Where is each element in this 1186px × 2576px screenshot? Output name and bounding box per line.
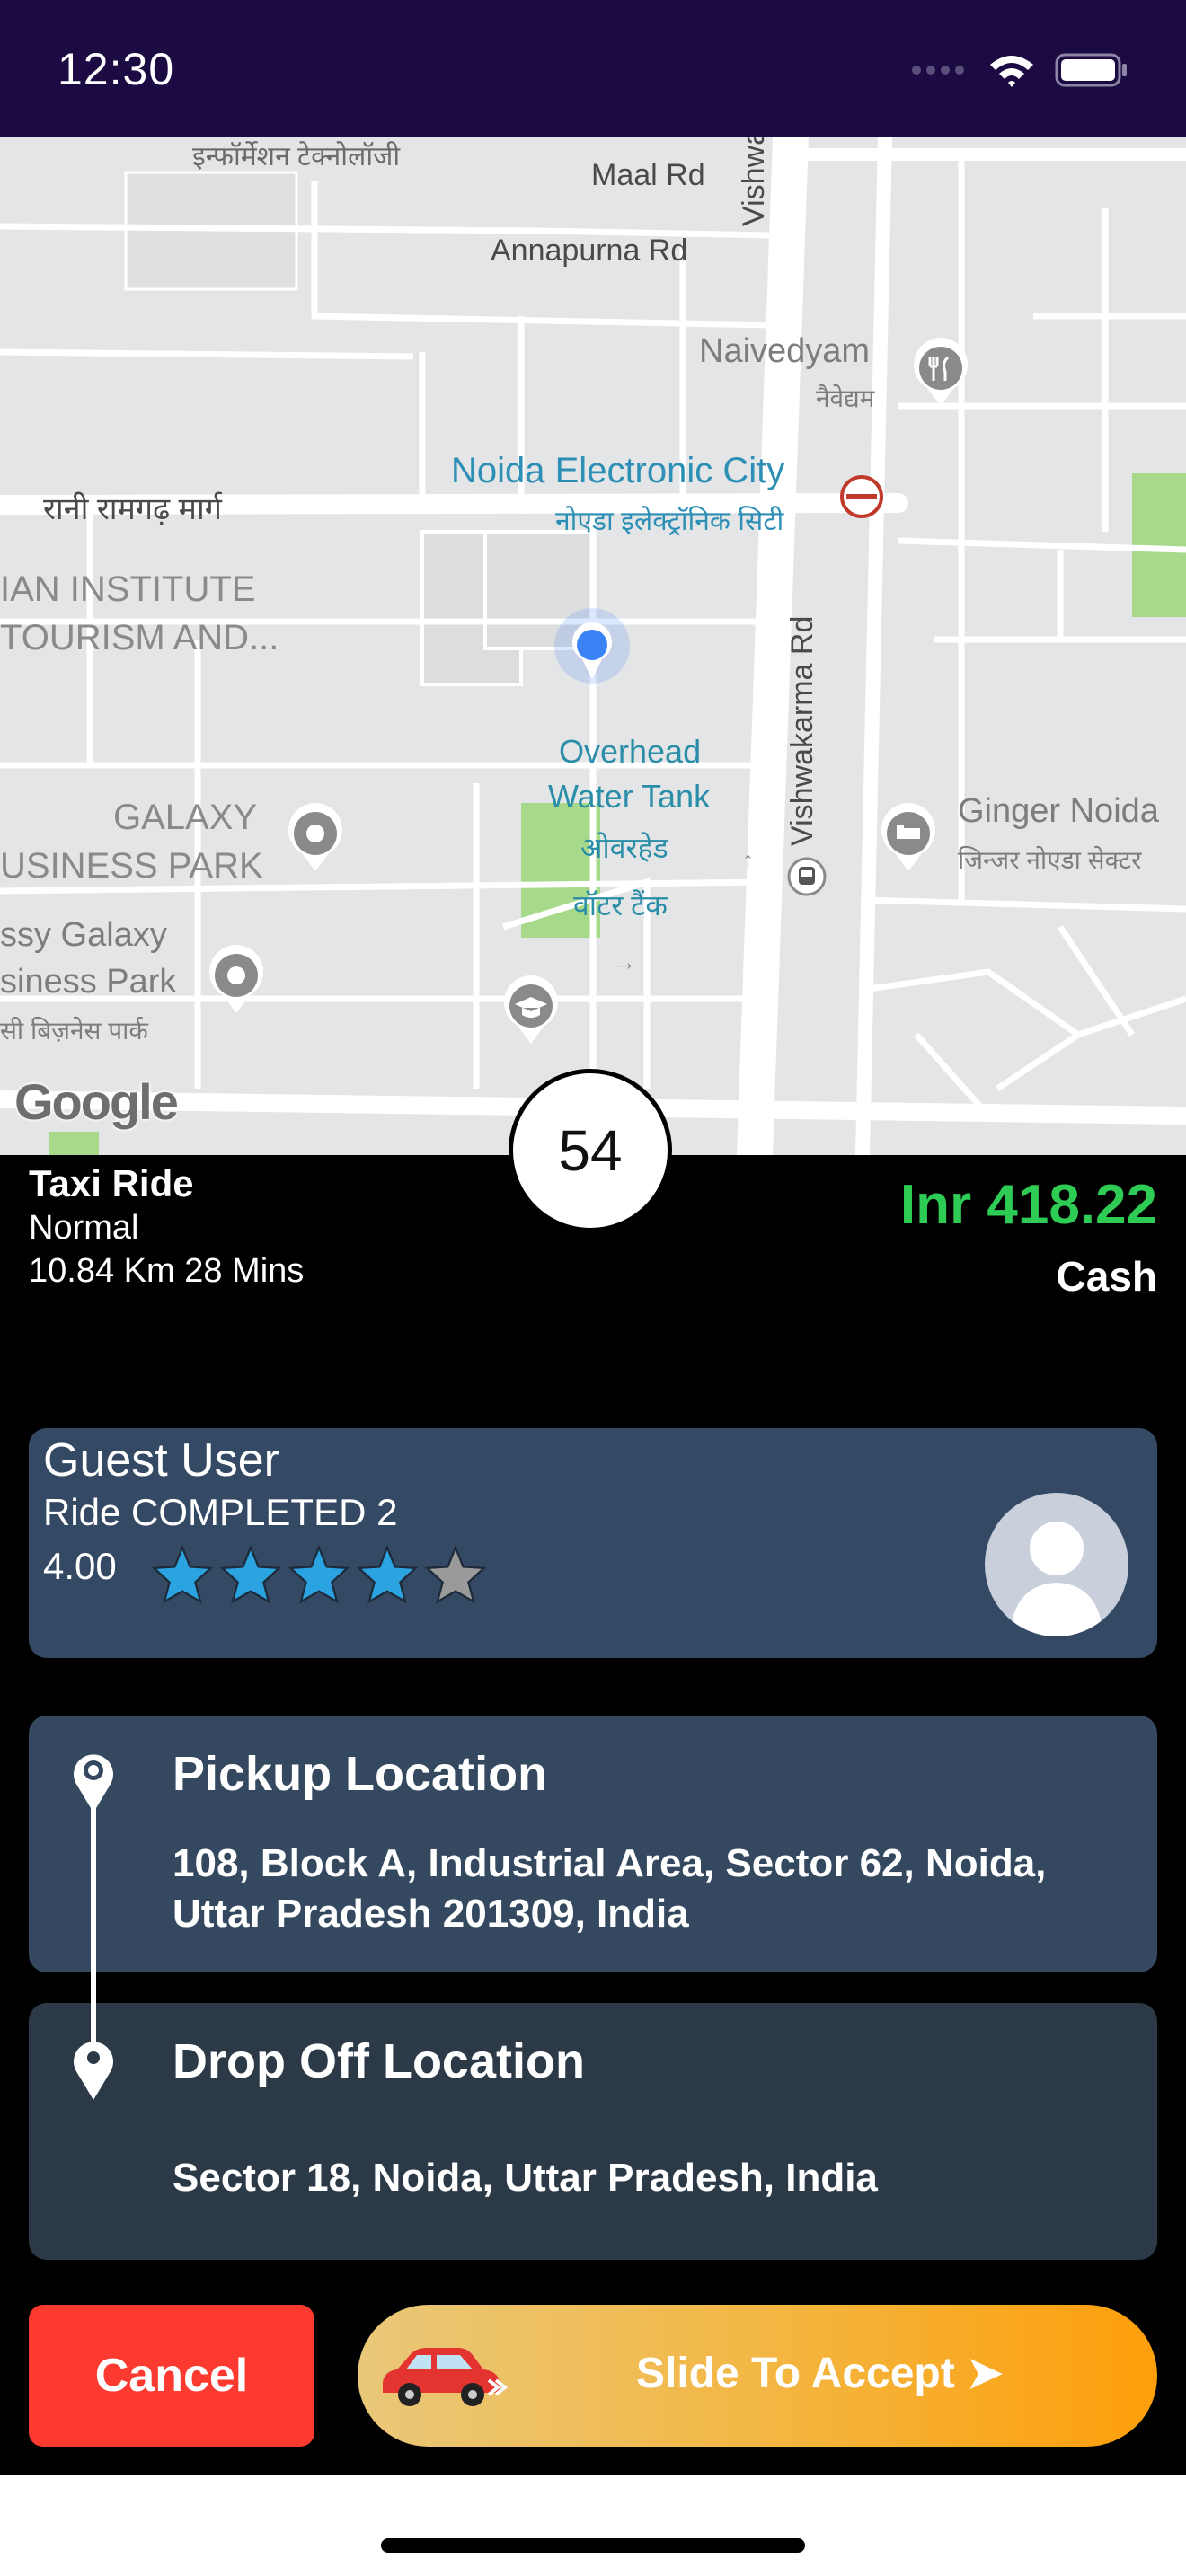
- map-label-galaxy-2: USINESS PARK: [0, 846, 263, 886]
- pickup-location-title: Pickup Location: [173, 1747, 548, 1801]
- cancel-button[interactable]: Cancel: [29, 2305, 314, 2447]
- slide-to-accept-label: Slide To Accept ➤: [636, 2350, 1004, 2397]
- star-icon: [356, 1545, 419, 1604]
- google-logo: Google: [14, 1073, 179, 1130]
- pickup-pin-icon: [68, 1746, 119, 1819]
- pickup-address-line1: 108, Block A, Industrial Area, Sector 62…: [173, 1841, 1047, 1885]
- user-avatar-icon: [1010, 1522, 1103, 1636]
- star-icon: [151, 1545, 214, 1604]
- map-label-naivedyam: Naivedyam: [699, 332, 871, 370]
- ride-category: Normal: [29, 1209, 139, 1247]
- map-label-information-tech: इन्फॉर्मेशन टेक्नोलॉजी: [192, 142, 401, 172]
- map-label-galaxy2-hi: सी बिज़नेस पार्क: [0, 1017, 148, 1045]
- user-rating-text: 4.00: [43, 1545, 117, 1587]
- status-icons: [911, 47, 1128, 97]
- star-icon: [424, 1545, 487, 1604]
- ride-distance-time: 10.84 Km 28 Mins: [29, 1252, 305, 1290]
- ride-price: Inr 418.22: [899, 1174, 1157, 1236]
- home-indicator-area: [0, 2475, 1186, 2576]
- map-label-galaxy2-1: ssy Galaxy: [0, 916, 167, 954]
- star-icon: [219, 1545, 282, 1604]
- map-label-galaxy-1: GALAXY: [113, 798, 258, 837]
- map-label-galaxy2-2: siness Park: [0, 963, 177, 1001]
- map-label-noida-electronic-city-hi: नोएडा इलेक्ट्रॉनिक सिटी: [555, 507, 784, 536]
- map-label-ginger-noida: Ginger Noida: [958, 792, 1159, 830]
- map-label-institute-2: TOURISM AND...: [0, 618, 279, 657]
- map-label-vishwakarma-rd: Vishwakarma Rd: [785, 615, 819, 846]
- car-icon[interactable]: [376, 2341, 510, 2417]
- payment-method: Cash: [1056, 1253, 1157, 1300]
- ride-type: Taxi Ride: [29, 1162, 194, 1204]
- map-label-vishwakarma-top: Vishwakar: [737, 137, 771, 226]
- dropoff-address: Sector 18, Noida, Uttar Pradesh, India: [173, 2156, 878, 2200]
- wifi-icon: [988, 52, 1035, 93]
- avatar: [985, 1493, 1128, 1636]
- slide-to-accept-slider[interactable]: Slide To Accept ➤: [358, 2305, 1157, 2447]
- route-connector-line: [91, 1804, 96, 2048]
- map-label-institute-1: IAN INSTITUTE: [0, 569, 256, 609]
- user-rides-completed: Ride COMPLETED 2: [43, 1491, 398, 1533]
- map-label-overhead-hi-1: ओवरहेड: [580, 832, 668, 864]
- user-rating-stars: [151, 1545, 487, 1604]
- map-label-annapurna-rd: Annapurna Rd: [491, 234, 688, 268]
- status-time: 12:30: [58, 44, 175, 94]
- star-icon: [288, 1545, 350, 1604]
- dropoff-pin-icon: [68, 2033, 119, 2106]
- direction-arrow-icon: ↑: [742, 846, 754, 873]
- home-indicator[interactable]: [381, 2538, 805, 2553]
- map-label-rani-ramgarh: रानी रामगढ़ मार्ग: [43, 492, 222, 526]
- eta-badge: 54: [509, 1069, 672, 1232]
- map-label-maal-rd: Maal Rd: [591, 158, 705, 192]
- pickup-address-line2: Uttar Pradesh 201309, India: [173, 1892, 689, 1936]
- cellular-signal-icon: [911, 64, 969, 81]
- dropoff-location-title: Drop Off Location: [173, 2034, 585, 2088]
- map-view[interactable]: इन्फॉर्मेशन टेक्नोलॉजी Maal Rd Annapurna…: [0, 137, 1186, 1155]
- map-label-naivedyam-hi: नैवेद्यम: [816, 384, 875, 412]
- map-label-overhead-hi-2: वॉटर टैंक: [573, 889, 668, 922]
- map-label-overhead-2: Water Tank: [548, 778, 711, 815]
- map-label-ginger-noida-hi: जिन्जर नोएडा सेक्टर: [958, 846, 1142, 874]
- status-bar: 12:30: [0, 0, 1186, 137]
- direction-arrow-icon: →: [613, 948, 636, 975]
- map-label-noida-electronic-city: Noida Electronic City: [451, 451, 785, 490]
- user-name: Guest User: [43, 1434, 279, 1486]
- map-label-overhead-1: Overhead: [559, 733, 702, 770]
- battery-icon: [1055, 52, 1128, 93]
